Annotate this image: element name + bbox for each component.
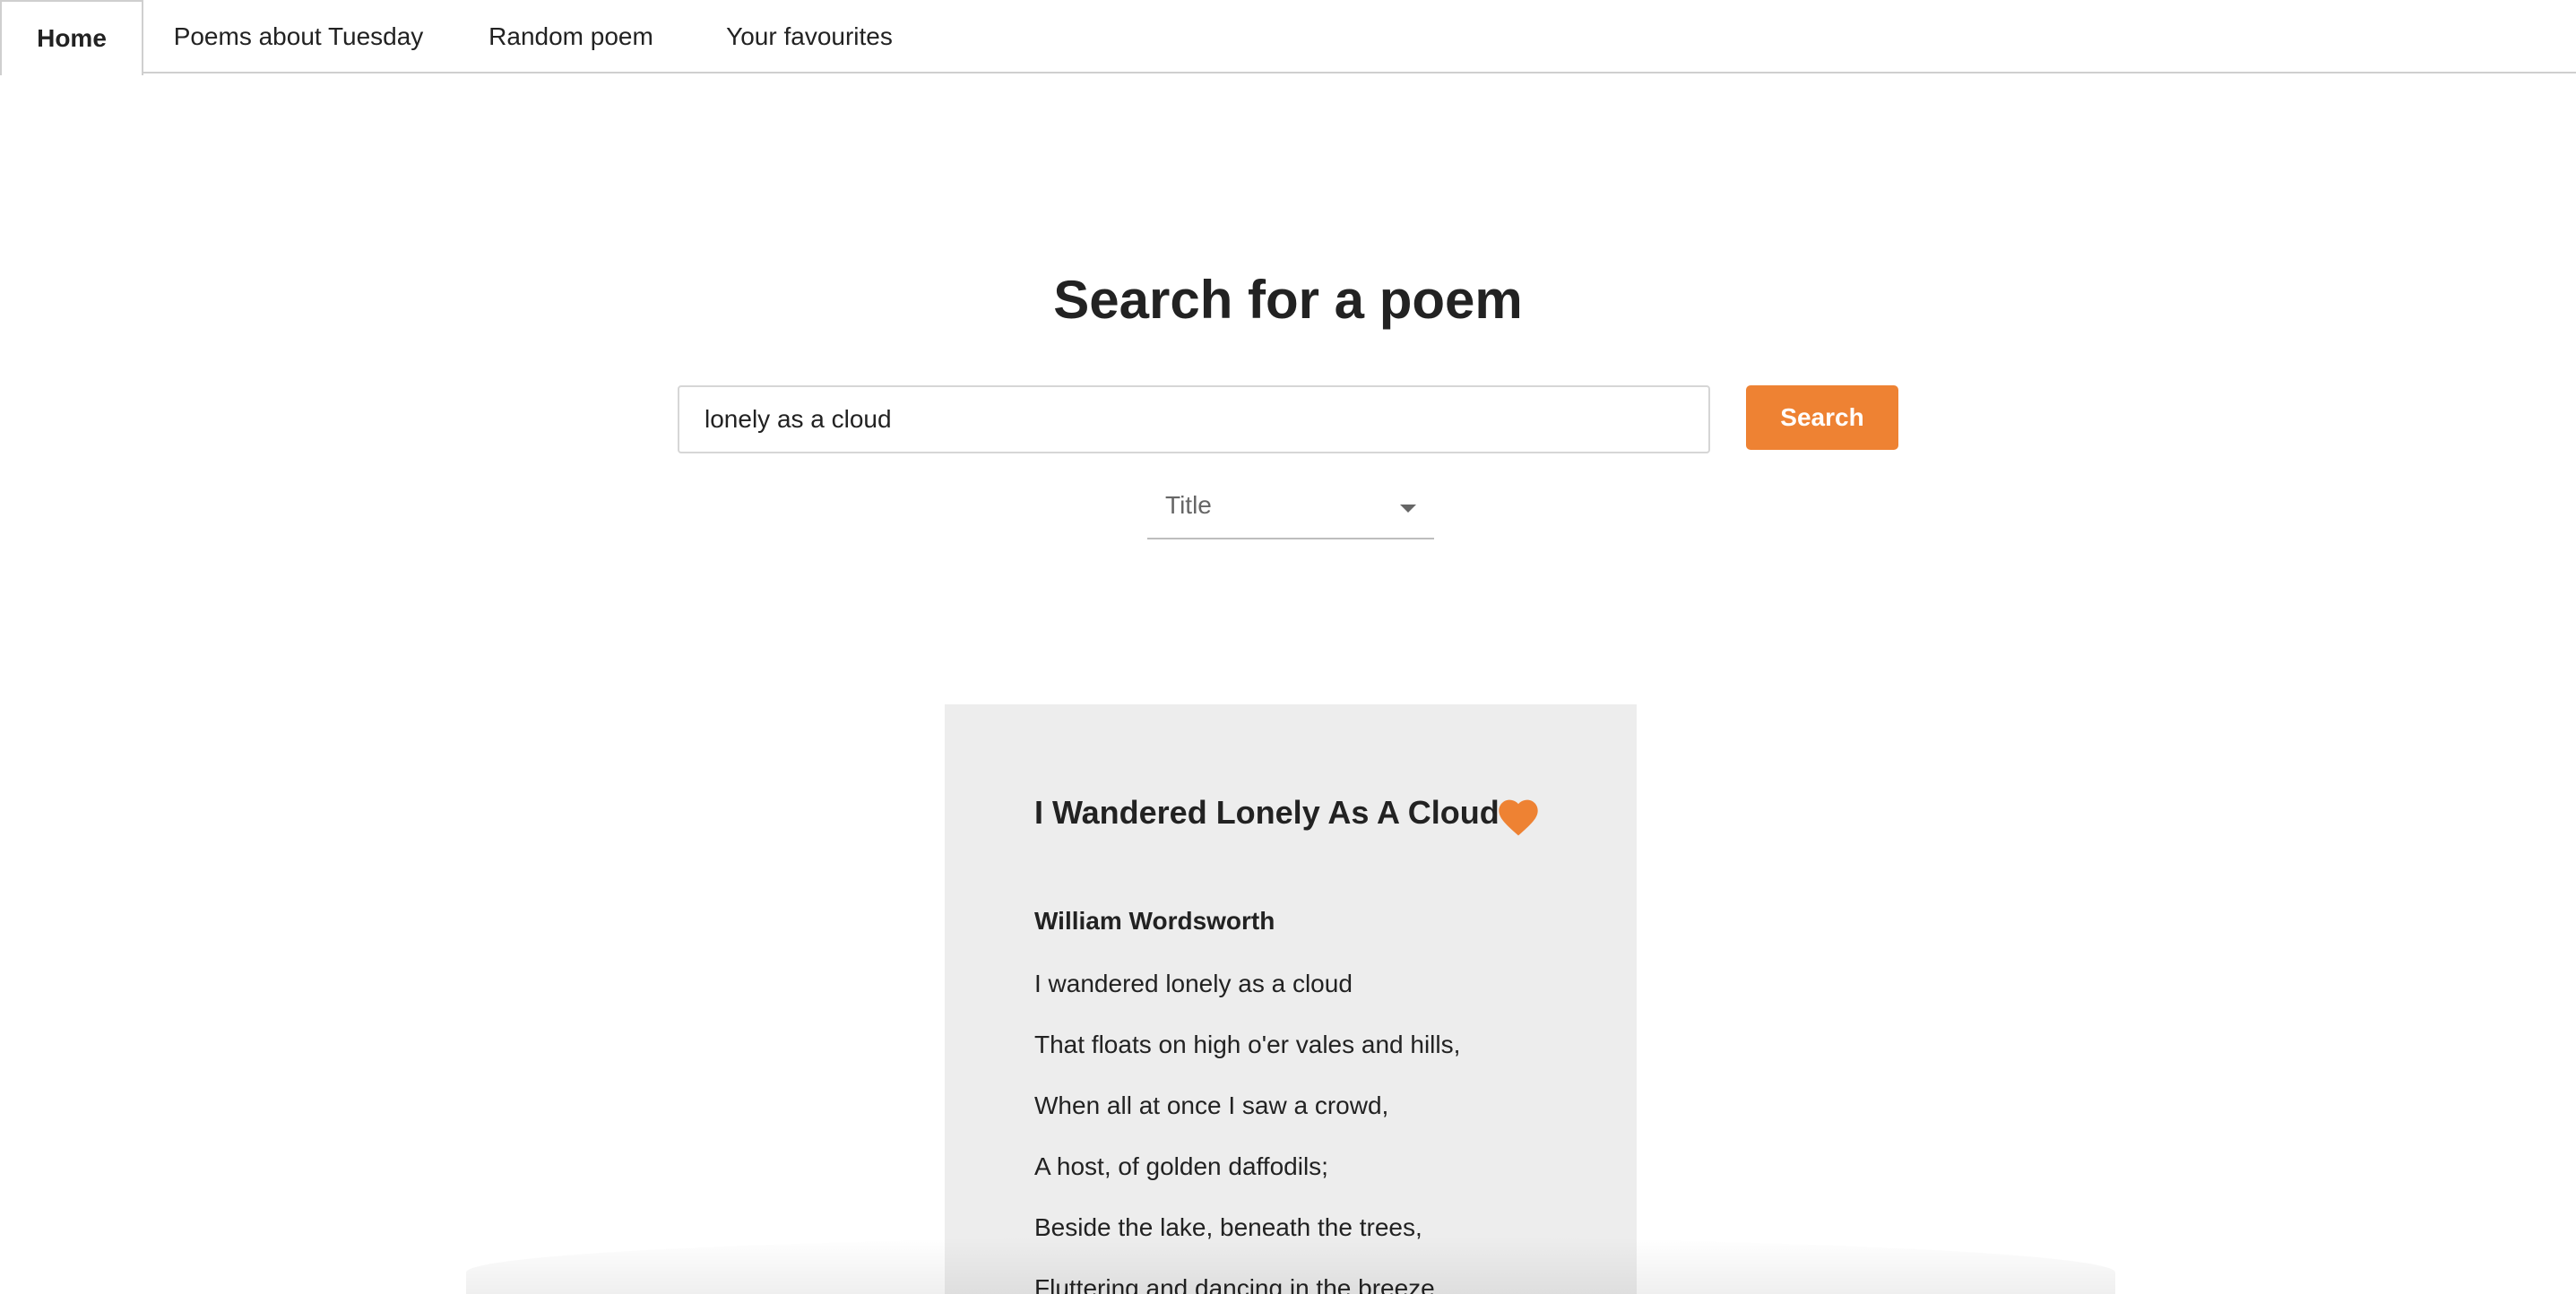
poem-line: A host, of golden daffodils; xyxy=(1034,1152,1328,1180)
page: Home Poems about Tuesday Random poem You… xyxy=(0,0,2576,1294)
tab-random-poem[interactable]: Random poem xyxy=(454,0,688,73)
tab-bar: Home Poems about Tuesday Random poem You… xyxy=(0,0,2576,75)
search-input[interactable] xyxy=(678,385,1710,453)
poem-card: I Wandered Lonely As A Cloud William Wor… xyxy=(945,704,1637,1294)
poem-title: I Wandered Lonely As A Cloud xyxy=(1034,794,1500,831)
heart-icon[interactable] xyxy=(1495,794,1542,837)
tab-poems-about-tuesday[interactable]: Poems about Tuesday xyxy=(143,0,454,73)
poem-line: Fluttering and dancing in the breeze. xyxy=(1034,1274,1442,1294)
search-button[interactable]: Search xyxy=(1746,385,1898,450)
page-title: Search for a poem xyxy=(1053,270,1523,330)
tab-your-favourites[interactable]: Your favourites xyxy=(688,0,930,73)
caret-down-icon xyxy=(1400,505,1416,513)
poem-line: I wandered lonely as a cloud xyxy=(1034,970,1353,997)
poem-line: That floats on high o'er vales and hills… xyxy=(1034,1031,1461,1058)
select-value: Title xyxy=(1165,491,1212,519)
tab-home[interactable]: Home xyxy=(0,0,143,75)
poem-line: Beside the lake, beneath the trees, xyxy=(1034,1213,1422,1241)
search-field-select[interactable]: Title xyxy=(1147,479,1434,539)
poem-author: William Wordsworth xyxy=(1034,907,1275,935)
poem-line: When all at once I saw a crowd, xyxy=(1034,1091,1389,1119)
poem-lines: I wandered lonely as a cloud That floats… xyxy=(1034,966,1460,1294)
